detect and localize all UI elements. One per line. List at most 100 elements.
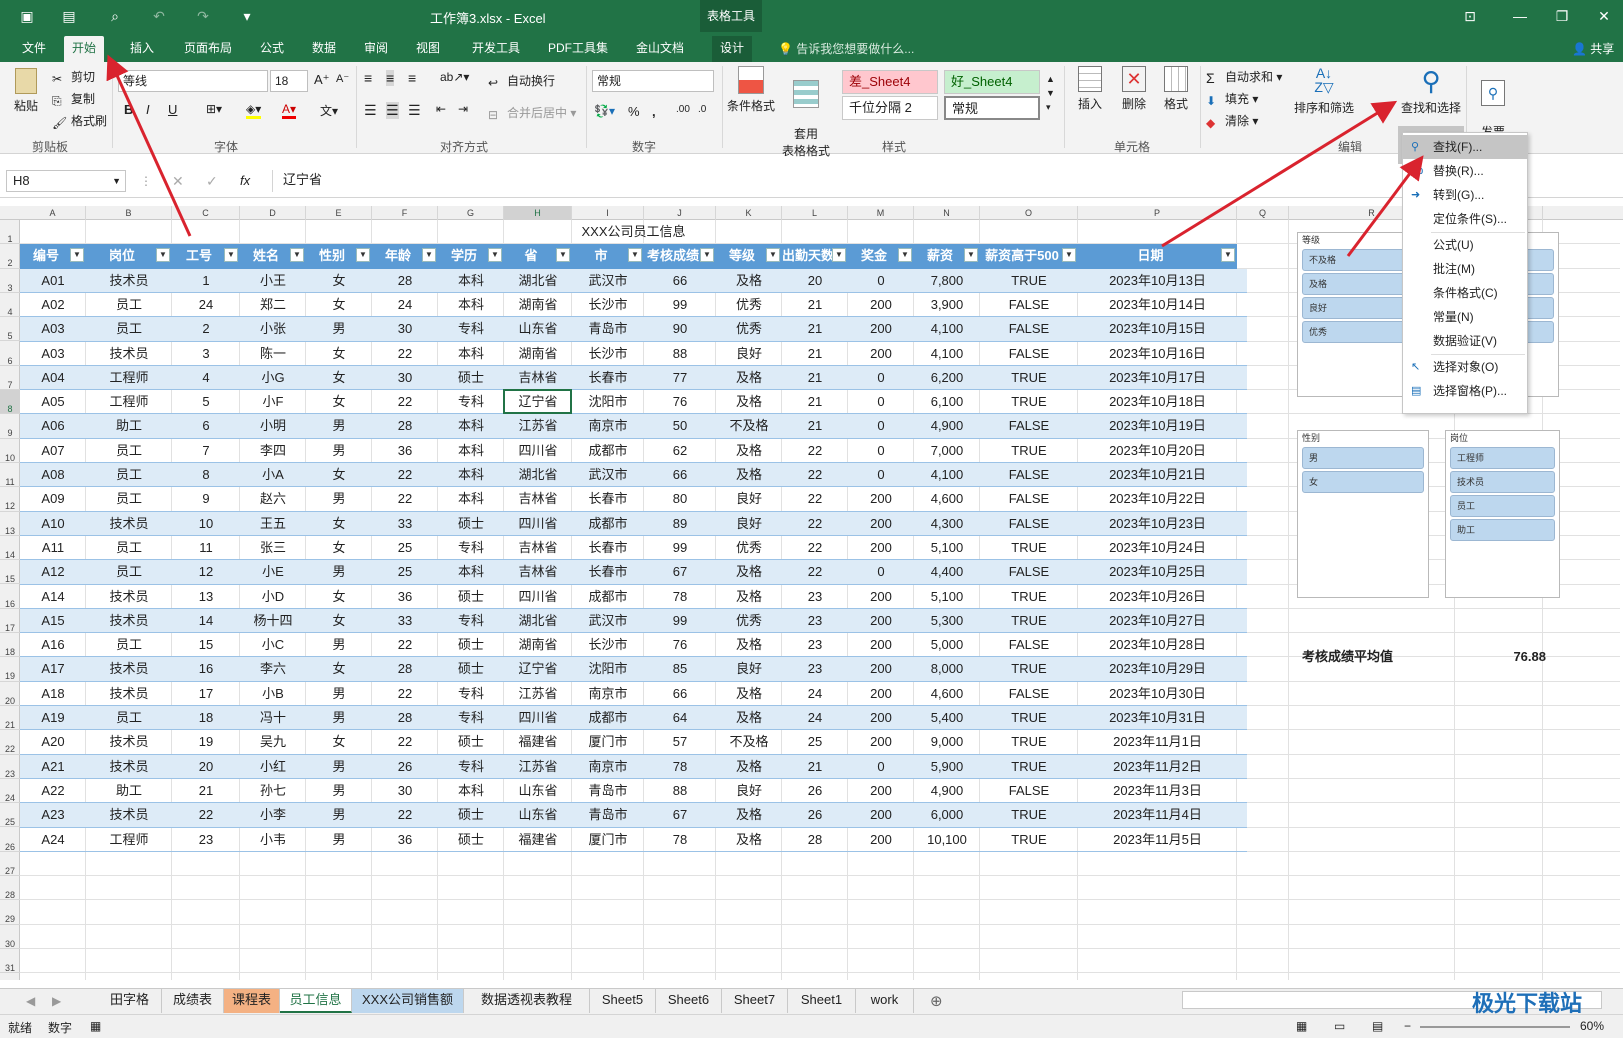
table-cell[interactable]: TRUE <box>980 657 1078 681</box>
table-cell[interactable]: 硕士 <box>438 730 504 754</box>
table-cell[interactable]: 200 <box>848 828 914 852</box>
table-cell[interactable]: 4,400 <box>914 560 980 584</box>
table-cell[interactable]: 2023年11月5日 <box>1078 828 1237 852</box>
table-cell[interactable]: 23 <box>172 828 240 852</box>
filter-dropdown-icon[interactable]: ▼ <box>964 248 978 263</box>
customize-toolbar-icon[interactable]: ▾ <box>236 6 258 26</box>
table-cell[interactable]: 36 <box>372 585 438 609</box>
table-cell[interactable]: 青岛市 <box>572 803 644 827</box>
table-cell[interactable]: 助工 <box>86 414 172 438</box>
table-cell[interactable]: 男 <box>306 439 372 463</box>
tab-data[interactable]: 数据 <box>304 36 344 62</box>
table-cell[interactable]: 99 <box>644 536 716 560</box>
table-cell[interactable]: 吉林省 <box>504 487 572 511</box>
table-cell[interactable]: TRUE <box>980 755 1078 779</box>
find-select-button[interactable]: ⚲ 查找和选择 <box>1398 66 1464 116</box>
table-cell[interactable]: 湖北省 <box>504 609 572 633</box>
table-cell[interactable]: 小红 <box>240 755 306 779</box>
column-header[interactable]: K <box>716 206 782 220</box>
table-cell[interactable]: 及格 <box>716 439 782 463</box>
table-cell[interactable]: 张三 <box>240 536 306 560</box>
table-cell[interactable]: 不及格 <box>716 414 782 438</box>
table-cell[interactable]: 沈阳市 <box>572 657 644 681</box>
table-cell[interactable]: FALSE <box>980 512 1078 536</box>
row-header[interactable]: 13 <box>0 512 20 536</box>
table-cell[interactable]: 200 <box>848 293 914 317</box>
slicer-item[interactable]: 女 <box>1302 471 1424 493</box>
table-header[interactable]: 考核成绩 ▼ <box>644 244 716 269</box>
table-cell[interactable]: 技术员 <box>86 609 172 633</box>
slicer-position[interactable]: 岗位 工程师 技术员 员工 助工 <box>1445 430 1560 598</box>
table-cell[interactable]: 88 <box>644 779 716 803</box>
table-cell[interactable]: 工程师 <box>86 366 172 390</box>
table-cell[interactable]: 员工 <box>86 317 172 341</box>
row-header[interactable]: 26 <box>0 828 20 852</box>
table-cell[interactable]: 专科 <box>438 609 504 633</box>
slicer-item[interactable]: 助工 <box>1450 519 1555 541</box>
table-header[interactable]: 编号 ▼ <box>20 244 86 269</box>
table-cell[interactable]: 25 <box>372 560 438 584</box>
page-layout-view-icon[interactable]: ▭ <box>1334 1019 1345 1033</box>
column-header[interactable]: C <box>172 206 240 220</box>
table-cell[interactable]: 硕士 <box>438 633 504 657</box>
filter-dropdown-icon[interactable]: ▼ <box>1062 248 1076 263</box>
row-header[interactable]: 16 <box>0 585 20 609</box>
redo-icon[interactable]: ↷ <box>192 6 214 26</box>
table-cell[interactable]: 福建省 <box>504 828 572 852</box>
table-cell[interactable]: 21 <box>782 366 848 390</box>
table-cell[interactable]: 66 <box>644 463 716 487</box>
macro-record-icon[interactable]: ▦ <box>90 1019 101 1033</box>
table-cell[interactable]: 15 <box>172 633 240 657</box>
table-cell[interactable]: 专科 <box>438 755 504 779</box>
table-cell[interactable]: 杨十四 <box>240 609 306 633</box>
table-cell[interactable]: 小G <box>240 366 306 390</box>
table-cell[interactable]: 专科 <box>438 706 504 730</box>
table-cell[interactable]: A07 <box>20 439 86 463</box>
number-format-box[interactable]: 常规 <box>592 70 714 92</box>
column-header[interactable]: B <box>86 206 172 220</box>
table-cell[interactable]: 女 <box>306 366 372 390</box>
row-header[interactable]: 18 <box>0 633 20 658</box>
table-cell[interactable]: 青岛市 <box>572 779 644 803</box>
table-cell[interactable]: 长春市 <box>572 536 644 560</box>
table-cell[interactable]: 助工 <box>86 779 172 803</box>
filter-dropdown-icon[interactable]: ▼ <box>356 248 370 263</box>
ribbon-display-icon[interactable]: ⊡ <box>1456 4 1484 28</box>
row-header[interactable]: 23 <box>0 755 20 779</box>
table-cell[interactable]: 36 <box>372 828 438 852</box>
table-cell[interactable]: 员工 <box>86 536 172 560</box>
table-cell[interactable]: 25 <box>372 536 438 560</box>
table-cell[interactable]: 男 <box>306 828 372 852</box>
table-cell[interactable]: 小B <box>240 682 306 706</box>
table-cell[interactable]: 本科 <box>438 342 504 366</box>
table-cell[interactable]: A04 <box>20 366 86 390</box>
table-cell[interactable]: 本科 <box>438 463 504 487</box>
bold-button[interactable]: B <box>124 102 133 117</box>
clear-button[interactable]: ◆ 清除 ▾ <box>1206 112 1258 130</box>
table-header[interactable]: 奖金 ▼ <box>848 244 914 269</box>
table-cell[interactable]: 硕士 <box>438 803 504 827</box>
table-cell[interactable]: 26 <box>372 755 438 779</box>
format-as-table-button[interactable]: 套用 表格格式 <box>778 66 834 159</box>
table-cell[interactable]: 3 <box>172 342 240 366</box>
table-cell[interactable]: A21 <box>20 755 86 779</box>
table-cell[interactable]: FALSE <box>980 633 1078 657</box>
table-cell[interactable]: 50 <box>644 414 716 438</box>
table-cell[interactable]: 长春市 <box>572 487 644 511</box>
table-cell[interactable]: 女 <box>306 463 372 487</box>
table-cell[interactable]: 0 <box>848 366 914 390</box>
find-menu-item[interactable]: 数据验证(V) <box>1403 329 1527 353</box>
table-cell[interactable]: 200 <box>848 536 914 560</box>
table-cell[interactable]: 四川省 <box>504 585 572 609</box>
table-cell[interactable]: 28 <box>372 269 438 293</box>
table-cell[interactable]: 30 <box>372 779 438 803</box>
table-cell[interactable]: A02 <box>20 293 86 317</box>
style-normal[interactable]: 常规 <box>944 96 1040 120</box>
row-header[interactable]: 22 <box>0 730 20 755</box>
table-cell[interactable]: 4 <box>172 366 240 390</box>
table-cell[interactable]: 王五 <box>240 512 306 536</box>
row-header[interactable]: 7 <box>0 366 20 391</box>
table-cell[interactable]: 良好 <box>716 342 782 366</box>
table-cell[interactable]: 女 <box>306 390 372 414</box>
table-cell[interactable]: 员工 <box>86 463 172 487</box>
